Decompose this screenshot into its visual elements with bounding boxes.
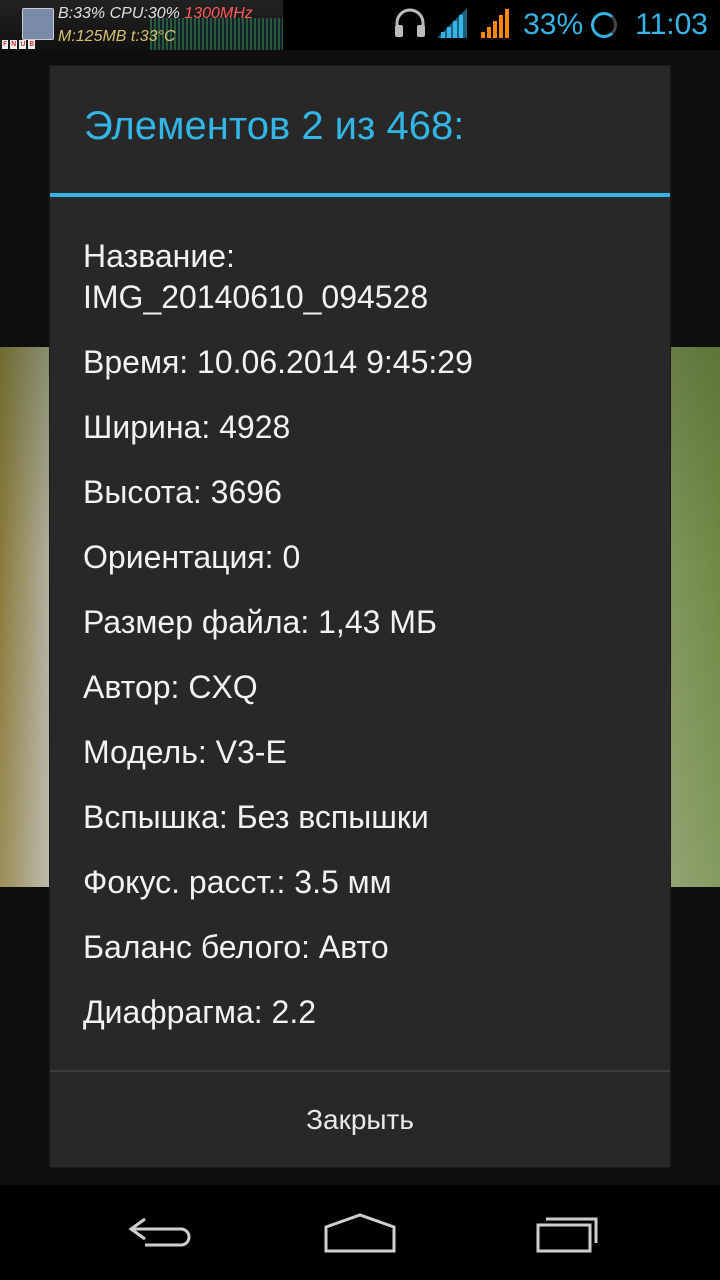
home-icon[interactable] <box>315 1205 405 1261</box>
details-list: Название: IMG_20140610_094528 Время: 10.… <box>83 236 643 1057</box>
detail-label: Время: <box>83 344 189 380</box>
detail-label: Размер файла: <box>83 604 310 640</box>
monitor-flag: N <box>10 40 18 49</box>
detail-row-orientation: Ориентация: 0 <box>83 537 643 578</box>
detail-value: Без вспышки <box>236 799 429 835</box>
detail-value: 3.5 мм <box>294 864 392 900</box>
detail-row-flash: Вспышка: Без вспышки <box>83 797 643 838</box>
monitor-app-icon <box>22 8 54 40</box>
monitor-flags: F N U B <box>2 40 36 49</box>
detail-value: IMG_20140610_094528 <box>83 279 429 315</box>
detail-value: 2.2 <box>271 994 316 1030</box>
title-divider <box>50 193 670 197</box>
detail-row-height: Высота: 3696 <box>83 472 643 513</box>
detail-value: CXQ <box>188 669 258 705</box>
battery-icon <box>591 12 618 38</box>
detail-value: 0 <box>282 539 301 575</box>
detail-row-author: Автор: CXQ <box>83 667 643 708</box>
detail-row-file-size: Размер файла: 1,43 МБ <box>83 602 643 643</box>
recent-apps-icon[interactable] <box>517 1205 607 1261</box>
headphones-icon <box>393 8 427 43</box>
clock: 11:03 <box>635 8 708 41</box>
status-icons: 33% 11:03 <box>393 0 708 50</box>
detail-row-aperture: Диафрагма: 2.2 <box>83 992 643 1033</box>
detail-label: Баланс белого: <box>83 929 311 965</box>
navigation-bar <box>0 1185 720 1280</box>
monitor-flag: F <box>2 40 9 49</box>
detail-label: Модель: <box>83 734 207 770</box>
detail-value: 1,43 МБ <box>318 604 437 640</box>
detail-value: Авто <box>318 929 389 965</box>
detail-label: Диафрагма: <box>83 994 263 1030</box>
system-monitor-widget: F N U B B:33% CPU:30% 1300MHz M:125MB t:… <box>0 0 283 50</box>
detail-label: Высота: <box>83 474 202 510</box>
status-bar: F N U B B:33% CPU:30% 1300MHz M:125MB t:… <box>0 0 720 50</box>
detail-label: Вспышка: <box>83 799 228 835</box>
back-icon[interactable] <box>115 1205 205 1261</box>
monitor-memory-line: M:125MB t:33°C <box>58 28 176 45</box>
monitor-flag: B <box>28 40 36 49</box>
cell-signal-icon <box>477 8 511 43</box>
monitor-flag: U <box>19 40 27 49</box>
monitor-cpu-text: B:33% CPU:30% <box>58 5 180 22</box>
battery-percent: 33% <box>523 8 584 41</box>
detail-row-name: Название: IMG_20140610_094528 <box>83 236 643 318</box>
detail-row-model: Модель: V3-E <box>83 732 643 773</box>
detail-label: Ширина: <box>83 409 211 445</box>
detail-row-focal-length: Фокус. расст.: 3.5 мм <box>83 862 643 903</box>
close-button[interactable]: Закрыть <box>50 1072 670 1167</box>
detail-row-time: Время: 10.06.2014 9:45:29 <box>83 342 643 383</box>
detail-label: Название: <box>83 238 235 274</box>
detail-row-white-balance: Баланс белого: Авто <box>83 927 643 968</box>
wifi-signal-icon <box>435 7 469 43</box>
detail-label: Ориентация: <box>83 539 274 575</box>
detail-row-width: Ширина: 4928 <box>83 407 643 448</box>
monitor-cpu-line: B:33% CPU:30% 1300MHz <box>58 5 253 23</box>
detail-label: Автор: <box>83 669 180 705</box>
monitor-cpu-freq: 1300MHz <box>184 5 253 22</box>
detail-value: 4928 <box>219 409 291 445</box>
detail-label: Фокус. расст.: <box>83 864 286 900</box>
detail-value: V3-E <box>215 734 287 770</box>
dialog-title: Элементов 2 из 468: <box>84 104 465 148</box>
detail-value: 3696 <box>210 474 282 510</box>
photo-details-dialog: Элементов 2 из 468: Название: IMG_201406… <box>50 66 670 1167</box>
detail-value: 10.06.2014 9:45:29 <box>197 344 473 380</box>
